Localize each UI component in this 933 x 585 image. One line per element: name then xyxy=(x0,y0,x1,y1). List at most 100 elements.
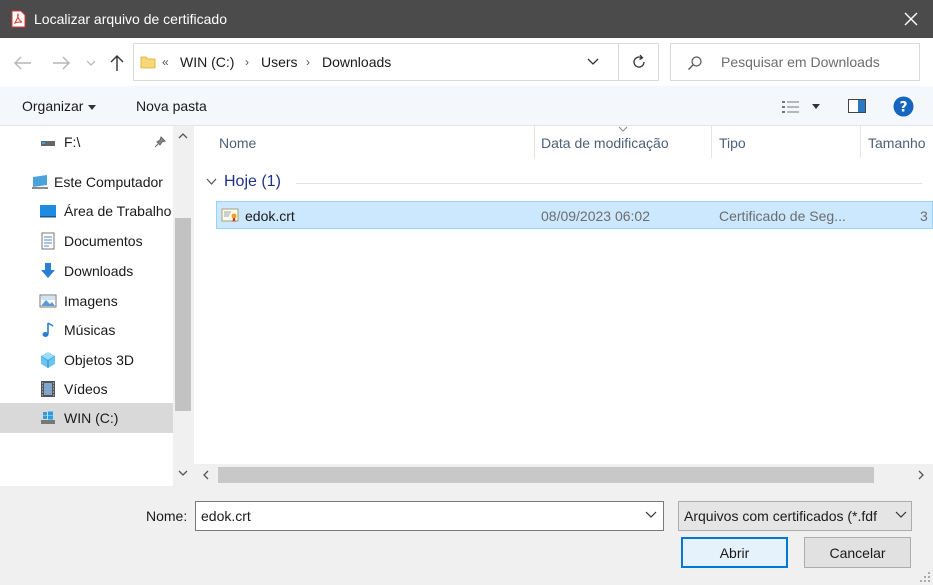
recent-locations-button[interactable] xyxy=(80,52,102,74)
desktop-icon xyxy=(40,205,56,218)
file-modified: 08/09/2023 06:02 xyxy=(541,208,650,224)
sidebar-item-label: Downloads xyxy=(64,263,134,279)
sidebar-item-label: Este Computador xyxy=(54,174,163,190)
column-label: Tipo xyxy=(719,135,746,151)
arrow-right-icon xyxy=(53,56,70,70)
music-icon xyxy=(42,322,54,337)
column-header-type[interactable]: Tipo xyxy=(712,126,860,160)
command-bar: Organizar Nova pasta ? xyxy=(0,86,933,126)
title-bar: Localizar arquivo de certificado xyxy=(0,0,933,38)
sidebar-item-desktop[interactable]: Área de Trabalho xyxy=(0,196,173,226)
search-box[interactable]: Pesquisar em Downloads xyxy=(670,43,920,81)
chevron-down-icon xyxy=(86,60,96,66)
filename-input[interactable]: edok.crt xyxy=(195,501,664,531)
new-folder-button[interactable]: Nova pasta xyxy=(136,98,207,114)
sidebar-item-label: Área de Trabalho xyxy=(64,203,172,219)
sidebar-item-3d-objects[interactable]: Objetos 3D xyxy=(0,345,173,375)
breadcrumb-separator-icon[interactable]: › xyxy=(245,55,249,69)
navigation-scrollbar[interactable] xyxy=(173,126,193,486)
videos-icon xyxy=(41,381,55,397)
breadcrumb-win-c[interactable]: WIN (C:) xyxy=(180,54,234,70)
documents-icon xyxy=(41,232,55,250)
view-details-icon[interactable] xyxy=(782,100,802,114)
close-icon xyxy=(904,12,918,26)
refresh-icon xyxy=(633,54,645,68)
drive-icon xyxy=(41,141,55,146)
group-divider xyxy=(296,183,922,184)
scroll-down-icon[interactable] xyxy=(178,470,188,477)
sidebar-item-f-drive[interactable]: F:\ xyxy=(0,127,173,157)
overflow-chevron-icon[interactable]: « xyxy=(162,55,169,69)
sidebar-item-label: Objetos 3D xyxy=(64,352,135,368)
group-header-today[interactable]: Hoje (1) xyxy=(204,173,922,193)
close-button[interactable] xyxy=(889,0,933,38)
back-button[interactable] xyxy=(12,52,34,74)
column-header-name[interactable]: Nome xyxy=(194,126,534,160)
preview-pane-icon[interactable] xyxy=(848,99,866,113)
objects3d-icon xyxy=(40,352,56,368)
refresh-button[interactable] xyxy=(618,44,659,80)
sidebar-item-label: Documentos xyxy=(64,233,143,249)
sidebar-item-documents[interactable]: Documentos xyxy=(0,226,173,256)
column-label: Data de modificação xyxy=(541,135,669,151)
up-button[interactable] xyxy=(106,52,128,74)
scroll-left-icon[interactable] xyxy=(202,470,209,480)
downloads-icon xyxy=(41,263,55,278)
help-icon[interactable]: ? xyxy=(893,96,914,117)
breadcrumb-downloads[interactable]: Downloads xyxy=(322,54,391,70)
certificate-file-icon xyxy=(221,208,239,222)
group-label: Hoje (1) xyxy=(224,173,281,190)
file-size: 3 xyxy=(920,208,928,224)
scroll-up-icon[interactable] xyxy=(178,132,188,139)
windows-drive-icon xyxy=(41,411,55,424)
sidebar-item-win-c[interactable]: WIN (C:) xyxy=(0,403,173,433)
navigation-bar: « WIN (C:) › Users › Downloads Pesquisar… xyxy=(0,38,933,86)
svg-text:?: ? xyxy=(899,100,907,116)
view-options-caret-icon[interactable] xyxy=(812,104,820,109)
resize-grip-icon[interactable] xyxy=(919,571,931,583)
filename-label: Nome: xyxy=(146,508,188,524)
table-row[interactable]: edok.crt 08/09/2023 06:02 Certificado de… xyxy=(216,201,933,229)
sidebar-item-label: WIN (C:) xyxy=(64,410,119,426)
dialog-footer: Nome: edok.crt Arquivos com certificados… xyxy=(0,486,933,585)
organize-label: Organizar xyxy=(22,98,84,114)
scrollbar-thumb[interactable] xyxy=(218,467,874,483)
file-type: Certificado de Seg... xyxy=(719,208,846,224)
scrollbar-thumb[interactable] xyxy=(175,218,191,411)
pdf-app-icon xyxy=(11,10,26,28)
folder-icon xyxy=(140,56,156,69)
filename-value: edok.crt xyxy=(201,508,251,524)
sidebar-item-videos[interactable]: Vídeos xyxy=(0,374,173,404)
navigation-pane: F:\ Este Computador Área de Trabalho Doc… xyxy=(0,126,193,486)
pictures-icon xyxy=(39,294,57,308)
pin-icon[interactable] xyxy=(154,136,166,148)
chevron-down-icon xyxy=(895,511,907,519)
search-input[interactable]: Pesquisar em Downloads xyxy=(721,54,880,70)
breadcrumb-separator-icon[interactable]: › xyxy=(306,55,310,69)
forward-button[interactable] xyxy=(50,52,72,74)
column-label: Nome xyxy=(219,135,257,151)
address-dropdown-icon[interactable] xyxy=(586,54,600,68)
sidebar-item-downloads[interactable]: Downloads xyxy=(0,256,173,286)
chevron-down-icon[interactable] xyxy=(206,178,217,186)
horizontal-scrollbar[interactable] xyxy=(194,464,933,486)
scroll-right-icon[interactable] xyxy=(918,470,925,480)
cancel-button[interactable]: Cancelar xyxy=(804,537,911,568)
arrow-left-icon xyxy=(14,56,31,70)
filetype-value: Arquivos com certificados (*.fdf xyxy=(684,508,877,524)
address-bar[interactable]: « WIN (C:) › Users › Downloads xyxy=(133,43,659,81)
search-icon xyxy=(688,56,702,70)
chevron-down-icon[interactable] xyxy=(645,511,657,519)
column-header-modified[interactable]: Data de modificação xyxy=(535,126,711,160)
sidebar-item-label: Vídeos xyxy=(64,381,108,397)
breadcrumb-users[interactable]: Users xyxy=(261,54,298,70)
file-name: edok.crt xyxy=(245,208,295,224)
filetype-select[interactable]: Arquivos com certificados (*.fdf xyxy=(678,501,912,531)
open-button[interactable]: Abrir xyxy=(681,537,788,568)
sidebar-item-label: Imagens xyxy=(64,293,118,309)
sidebar-item-music[interactable]: Músicas xyxy=(0,315,173,345)
column-header-size[interactable]: Tamanho xyxy=(861,126,933,160)
sidebar-item-this-pc[interactable]: Este Computador xyxy=(0,167,173,197)
organize-button[interactable]: Organizar xyxy=(22,98,97,114)
sidebar-item-pictures[interactable]: Imagens xyxy=(0,286,173,316)
